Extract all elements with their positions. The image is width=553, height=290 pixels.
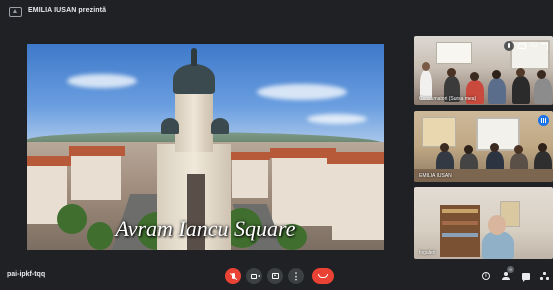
people-button[interactable]: 9 xyxy=(501,266,514,281)
cloud xyxy=(307,114,367,124)
participant-name: EMILIA IUSAN xyxy=(419,173,452,179)
person-head xyxy=(464,145,473,154)
presentation-caption: Avram Iancu Square xyxy=(115,216,296,241)
participant-name: Ingalen xyxy=(419,250,436,256)
expand-icon[interactable] xyxy=(541,42,548,50)
roof xyxy=(27,156,71,166)
person-head xyxy=(488,215,506,235)
mic-off-icon xyxy=(231,273,235,279)
participant-count-badge: 9 xyxy=(507,266,514,273)
person-head xyxy=(538,143,547,152)
hang-up-button[interactable] xyxy=(312,268,334,284)
chat-button[interactable] xyxy=(521,271,531,282)
cathedral-side-dome xyxy=(161,118,179,134)
person-head xyxy=(537,70,546,79)
more-options-icon: ⋮ xyxy=(291,270,301,281)
person-head xyxy=(490,143,499,152)
info-icon: i xyxy=(482,272,490,280)
person-head xyxy=(470,72,479,81)
hang-up-icon xyxy=(318,274,328,278)
roof xyxy=(69,146,125,156)
person-head xyxy=(514,145,523,154)
person xyxy=(488,78,506,104)
cathedral-side-dome xyxy=(211,118,229,134)
shelf-row xyxy=(442,209,478,213)
participant-tile[interactable]: Tu Consumatori (Sursa mea) xyxy=(414,36,553,105)
present-button[interactable] xyxy=(267,268,283,284)
meet-window: EMILIA IUSAN prezintă Avram Iancu Square… xyxy=(0,0,553,290)
mic-toggle-button[interactable] xyxy=(225,268,241,284)
meeting-details-button[interactable]: i xyxy=(481,271,491,281)
person xyxy=(482,231,514,259)
building xyxy=(71,154,121,200)
self-tile-controls: Tu xyxy=(504,41,548,51)
person-head xyxy=(492,70,501,79)
speaking-indicator-icon xyxy=(538,115,549,126)
cathedral-dome xyxy=(173,64,215,94)
person-head xyxy=(516,68,525,77)
activities-button[interactable] xyxy=(539,271,549,281)
present-icon xyxy=(271,273,279,279)
wall-poster xyxy=(422,117,456,147)
presentation-stage[interactable]: Avram Iancu Square xyxy=(27,44,384,250)
building xyxy=(232,158,268,198)
participant-name: Consumatori (Sursa mea) xyxy=(419,96,477,102)
roof xyxy=(327,152,384,164)
bottom-toolbar: pai-ipkf-tqq ⋮ i 9 xyxy=(0,262,553,290)
meeting-code: pai-ipkf-tqq xyxy=(7,271,46,278)
camera-icon[interactable] xyxy=(518,43,527,49)
cathedral-spire xyxy=(191,48,197,66)
participant-tile[interactable]: EMILIA IUSAN xyxy=(414,111,553,182)
person xyxy=(534,78,552,104)
mic-off-icon[interactable] xyxy=(504,41,515,51)
presenter-label: EMILIA IUSAN prezintă xyxy=(28,7,107,14)
cloud xyxy=(67,74,137,88)
top-bar: EMILIA IUSAN prezintă xyxy=(0,0,553,24)
camera-icon xyxy=(251,273,260,279)
roof xyxy=(230,152,270,160)
chat-icon xyxy=(522,272,530,282)
camera-toggle-button[interactable] xyxy=(246,268,262,284)
person-head xyxy=(440,143,449,152)
person-head xyxy=(422,62,430,71)
more-options-button[interactable]: ⋮ xyxy=(288,268,304,284)
people-icon xyxy=(502,272,510,280)
person xyxy=(512,76,530,104)
person-head xyxy=(447,68,456,77)
present-to-all-icon xyxy=(9,7,22,17)
shelf-row xyxy=(442,233,478,237)
participant-tile[interactable]: Ingalen xyxy=(414,187,553,259)
shelf-row xyxy=(442,221,478,225)
cloud xyxy=(257,84,347,100)
whiteboard xyxy=(436,42,472,64)
self-label: Tu xyxy=(530,43,537,49)
activities-icon xyxy=(539,271,549,281)
